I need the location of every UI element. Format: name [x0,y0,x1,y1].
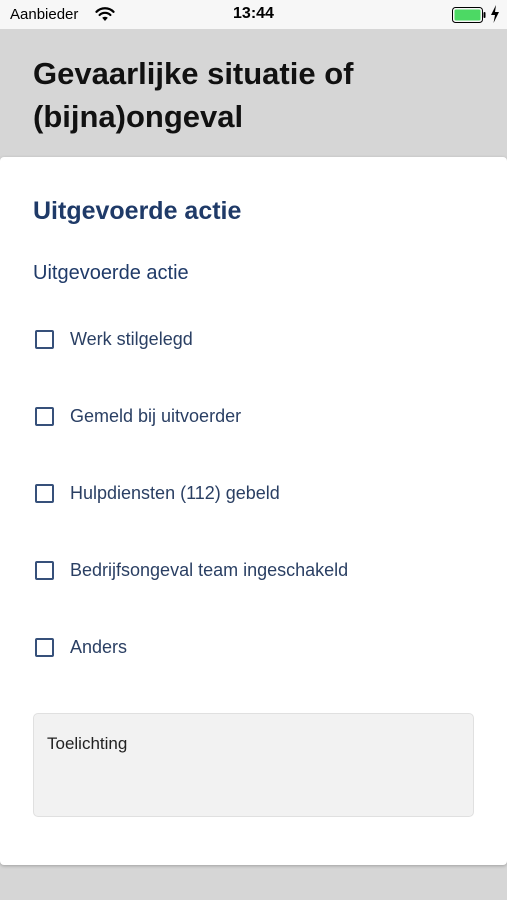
checkbox-unchecked-icon[interactable] [35,637,54,657]
status-bar: Aanbieder 13:44 [0,0,507,29]
checkbox-label: Gemeld bij uitvoerder [70,405,242,426]
checkbox-bedrijfsongeval-team[interactable]: Bedrijfsongeval team ingeschakeld [35,558,348,582]
checkbox-unchecked-icon[interactable] [35,560,54,580]
checkbox-anders[interactable]: Anders [35,635,127,659]
checkbox-label: Werk stilgelegd [70,328,193,349]
status-time: 13:44 [233,5,274,22]
field-label: Uitgevoerde actie [33,262,189,284]
page-title: Gevaarlijke situatie of (bijna)ongeval [33,56,354,134]
charging-bolt-icon [491,5,499,23]
checkbox-gemeld-bij-uitvoerder[interactable]: Gemeld bij uitvoerder [35,404,241,428]
checkbox-label: Bedrijfsongeval team ingeschakeld [70,559,349,580]
toelichting-textarea[interactable] [33,713,474,817]
checkbox-unchecked-icon[interactable] [35,329,54,349]
checkbox-hulpdiensten-gebeld[interactable]: Hulpdiensten (112) gebeld [35,481,280,505]
checkbox-unchecked-icon[interactable] [35,406,54,426]
battery-icon [452,7,486,23]
checkbox-unchecked-icon[interactable] [35,483,54,503]
checkbox-label: Anders [70,636,128,657]
checkbox-label: Hulpdiensten (112) gebeld [70,482,280,503]
checkbox-werk-stilgelegd[interactable]: Werk stilgelegd [35,327,193,351]
section-title: Uitgevoerde actie [33,197,242,225]
form-card: Uitgevoerde actie Uitgevoerde actie Werk… [0,157,507,865]
